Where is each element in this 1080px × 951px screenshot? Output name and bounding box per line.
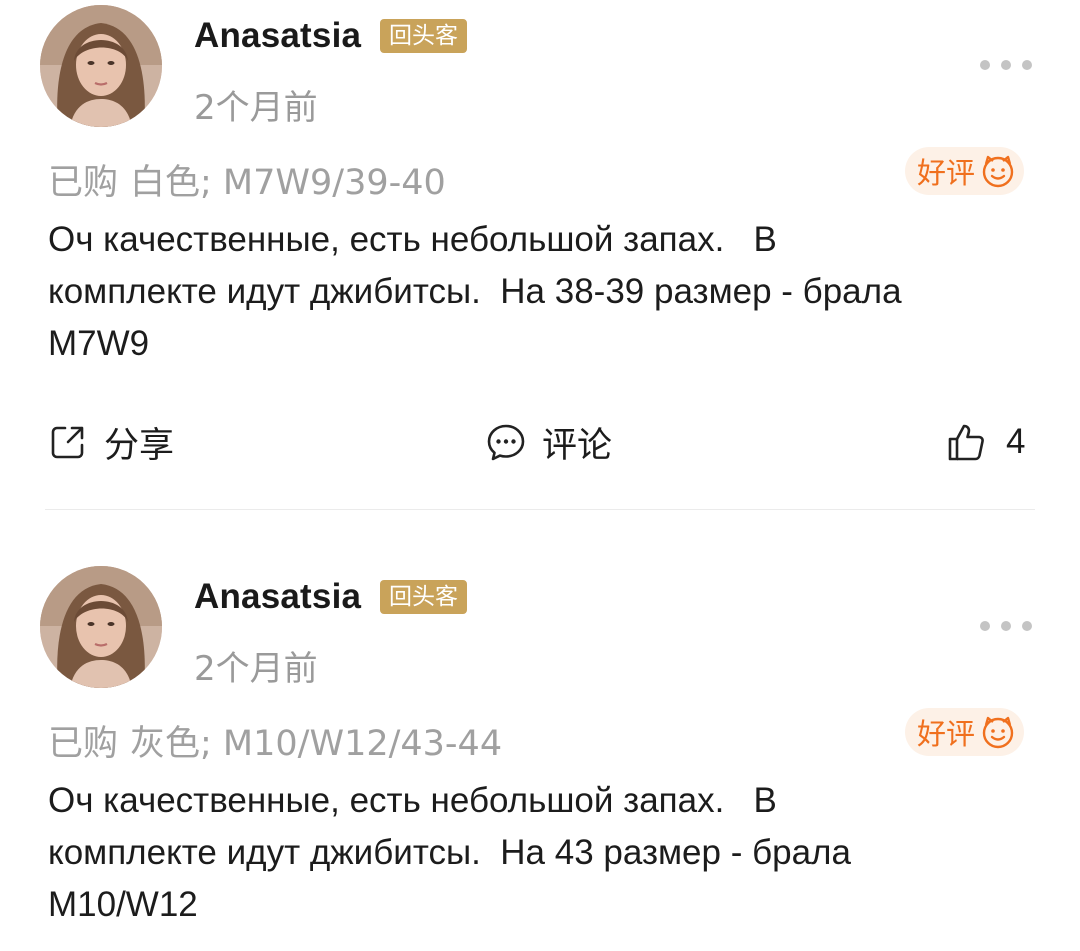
review-time: 2个月前 — [194, 649, 318, 689]
rating-label: 好评 — [917, 717, 976, 751]
purchase-spec: 灰色; M10/W12/43-44 — [130, 724, 503, 764]
repeat-customer-badge: 回头客 — [380, 580, 467, 614]
purchase-prefix: 已购 — [48, 724, 119, 764]
rating-label: 好评 — [917, 156, 976, 190]
purchase-info: 已购 白色; M7W9/39-40 — [48, 154, 446, 205]
avatar[interactable] — [40, 566, 162, 688]
purchase-info: 已购 灰色; M10/W12/43-44 — [48, 715, 502, 766]
review-card: Anasatsia 回头客 2个月前 已购 灰色; M10/W12/43-44 好… — [0, 561, 1080, 951]
review-text-line: M7W9 — [48, 324, 150, 363]
review-text: Оч качественные, есть небольшой запах. В… — [48, 775, 1038, 931]
review-text-line: комплекте идут джибитсы. На 43 размер - … — [48, 833, 851, 872]
review-text-line: Оч качественные, есть небольшой запах. В — [48, 781, 777, 820]
review-time: 2个月前 — [194, 88, 318, 128]
divider — [45, 509, 1035, 510]
more-options-icon[interactable] — [980, 55, 1034, 75]
share-button[interactable]: 分享 — [48, 418, 174, 466]
avatar[interactable] — [40, 5, 162, 127]
purchase-prefix: 已购 — [48, 163, 119, 203]
share-icon — [51, 426, 84, 459]
review-text: Оч качественные, есть небольшой запах. В… — [48, 214, 1038, 370]
review-actions: 分享 评论 4 — [0, 418, 1080, 466]
comment-button[interactable]: 评论 — [486, 418, 612, 466]
review-card: Anasatsia 回头客 2个月前 已购 白色; M7W9/39-40 好评 О… — [0, 0, 1080, 510]
comment-icon — [487, 424, 525, 461]
username[interactable]: Anasatsia — [194, 577, 361, 617]
like-count: 4 — [1006, 422, 1026, 461]
more-options-icon[interactable] — [980, 616, 1034, 636]
rating-tag: 好评 — [905, 708, 1025, 756]
purchase-spec: 白色; M7W9/39-40 — [130, 163, 446, 203]
like-button[interactable]: 4 — [946, 418, 1025, 466]
share-label: 分享 — [104, 425, 175, 466]
review-text-line: Оч качественные, есть небольшой запах. В — [48, 220, 777, 259]
comment-label: 评论 — [542, 425, 613, 466]
review-text-line: комплекте идут джибитсы. На 38-39 размер… — [48, 272, 902, 311]
review-text-line: M10/W12 — [48, 885, 198, 924]
thumbs-up-icon — [948, 424, 984, 461]
smile-face-icon — [982, 716, 1014, 749]
username[interactable]: Anasatsia — [194, 16, 361, 56]
repeat-customer-badge: 回头客 — [380, 19, 467, 53]
rating-tag: 好评 — [905, 147, 1025, 195]
smile-face-icon — [982, 155, 1014, 188]
